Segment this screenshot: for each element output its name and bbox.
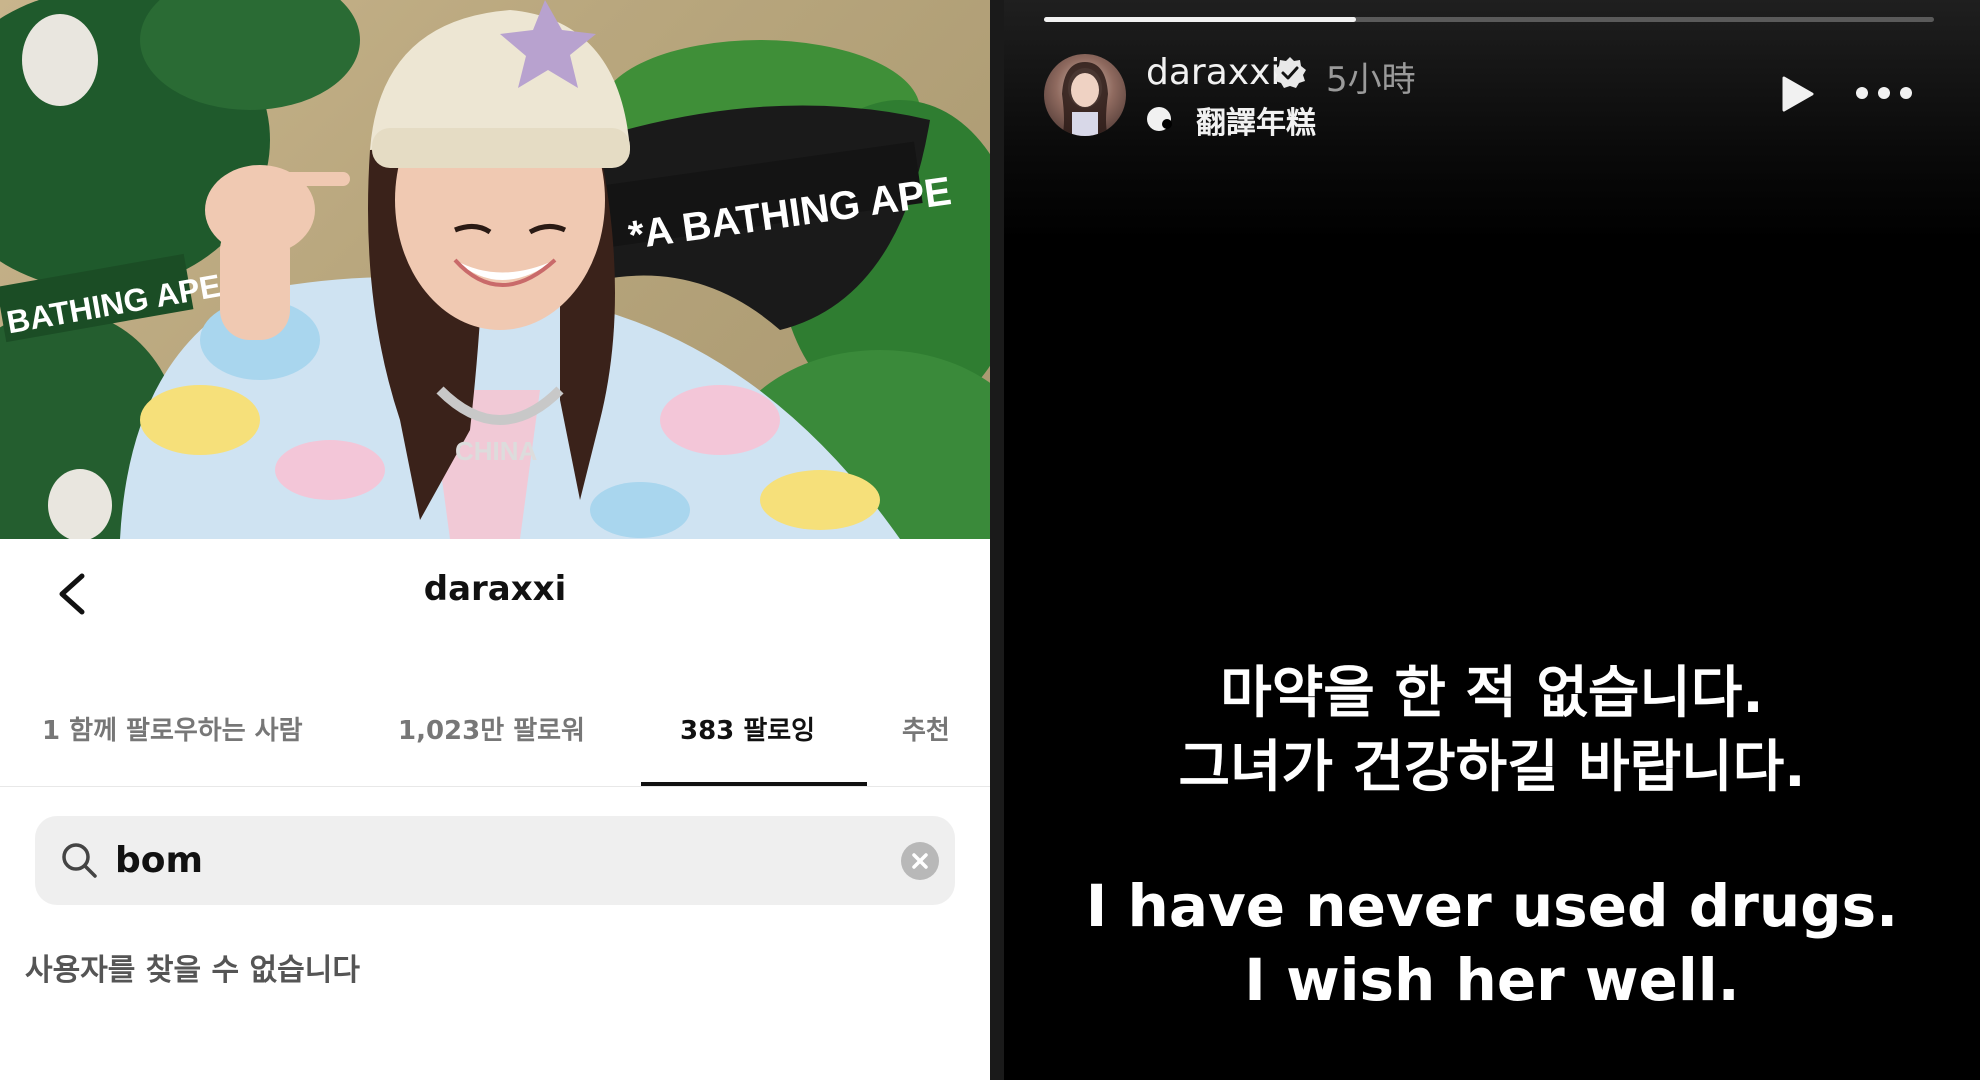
- profile-header: daraxxi: [0, 539, 990, 649]
- tab-followers[interactable]: 1,023만 팔로워: [398, 690, 585, 786]
- follow-tabs: 1 함께 팔로우하는 사람 1,023만 팔로워 383 팔로잉 추천: [0, 690, 990, 787]
- story-english-line-2: I wish her well.: [1244, 946, 1740, 1014]
- clear-search-button[interactable]: [901, 842, 939, 880]
- story-avatar[interactable]: [1044, 54, 1126, 136]
- story-korean-line-1: 마약을 한 적 없습니다.: [1220, 661, 1764, 726]
- tab-mutual-followers[interactable]: 1 함께 팔로우하는 사람: [42, 690, 303, 786]
- music-label: 翻譯年糕: [1196, 106, 1316, 141]
- search-value: bom: [115, 840, 204, 881]
- necklace-text: CHINA: [455, 436, 538, 466]
- story-panel: daraxxi 5小時 翻譯年糕 마약을 한 적 없습니다. 그녀가 건강하길 …: [1004, 0, 1980, 1080]
- photo-illustration: *A BATHING APE BATHING APE CHINA: [0, 0, 990, 539]
- story-english-line-1: I have never used drugs.: [1085, 872, 1899, 940]
- no-result-message: 사용자를 찾을 수 없습니다: [25, 953, 360, 988]
- verified-icon: [1274, 57, 1306, 88]
- more-icon[interactable]: [1854, 80, 1914, 106]
- profile-photo: *A BATHING APE BATHING APE CHINA: [0, 0, 990, 539]
- music-icon: [1147, 107, 1172, 131]
- profile-username: daraxxi: [423, 569, 567, 609]
- search-icon: [62, 843, 97, 878]
- story-progress-bar: [1044, 17, 1934, 22]
- story-timestamp: 5小時: [1326, 60, 1416, 100]
- avatar-image: [1062, 62, 1108, 136]
- clear-icon: [912, 853, 928, 869]
- profile-panel: *A BATHING APE BATHING APE CHINA daraxxi…: [0, 0, 990, 1080]
- play-icon[interactable]: [1774, 72, 1818, 116]
- story-korean-line-2: 그녀가 건강하길 바랍니다.: [1178, 735, 1806, 800]
- tab-following[interactable]: 383 팔로잉: [680, 690, 815, 786]
- active-tab-indicator: [641, 782, 867, 786]
- tab-suggested[interactable]: 추천: [902, 690, 950, 786]
- panel-divider: [990, 0, 1004, 1080]
- story-progress-fill: [1044, 17, 1356, 22]
- story-username[interactable]: daraxxi: [1146, 52, 1280, 93]
- search-input[interactable]: bom: [35, 816, 955, 905]
